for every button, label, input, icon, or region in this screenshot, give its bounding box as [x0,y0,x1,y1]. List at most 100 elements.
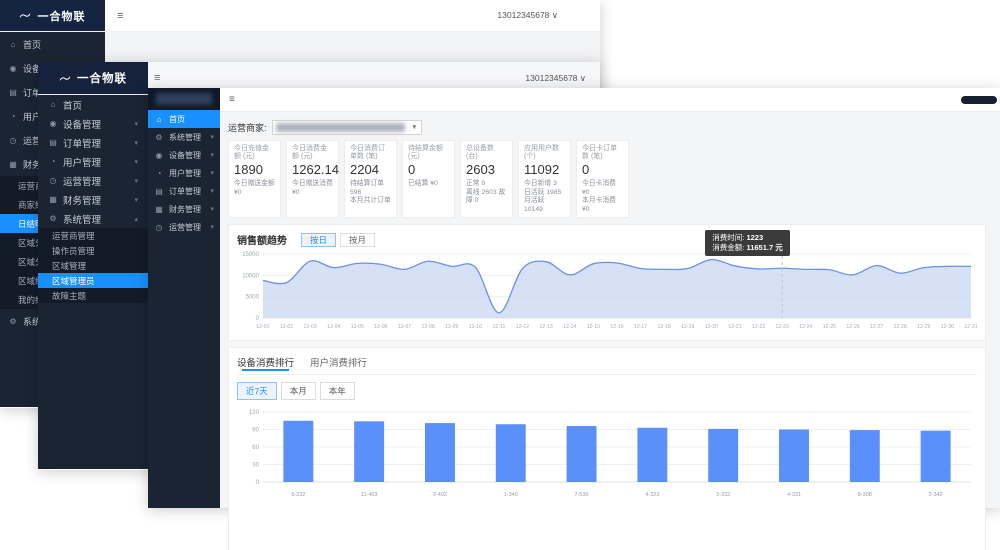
svg-text:12-06: 12-06 [374,324,387,330]
sidebar-item-label: 财务管理 [169,204,201,215]
bar[interactable] [921,431,951,482]
svg-text:12-25: 12-25 [823,324,836,330]
chevron-icon: ▾ [134,120,138,128]
range-button[interactable]: 本年 [320,382,355,400]
bar[interactable] [354,421,384,482]
hamburger-icon[interactable]: ≡ [154,72,160,84]
sidebar-item[interactable]: ⚙系统管理▴ [38,209,148,228]
sidebar-item[interactable]: ◷运营管理▾ [38,171,148,190]
sidebar-subitem[interactable]: 运营商管理 [38,228,148,243]
sidebar-subitem[interactable]: 操作员管理 [38,243,148,258]
bar[interactable] [637,428,667,482]
stat-card-title: 今日消费订单数 (笔) [350,145,391,161]
svg-text:12-02: 12-02 [280,324,293,330]
account-redacted-pill[interactable] [961,96,997,104]
bar[interactable] [283,421,313,482]
sidebar-item[interactable]: ⚙系统管理▾ [148,128,220,146]
front-logo-censored [148,88,220,110]
rank-tab[interactable]: 用户消费排行 [310,355,367,369]
sales-tab-inactive[interactable]: 按月 [340,233,375,247]
svg-text:12-21: 12-21 [728,324,741,330]
account-phone-dropdown[interactable]: 13012345678 ∨ [525,73,586,84]
sidebar-item[interactable]: ▤ 订单管理 ▾ [38,133,148,152]
sidebar-item-label: 订单管理 [63,136,101,150]
stat-card-title: 今日卡订单数 (笔) [582,145,623,161]
bar[interactable] [567,426,597,482]
sidebar-item[interactable]: ◉ 设备管理 ▾ [38,114,148,133]
stat-card-value: 2603 [466,162,507,177]
device-rank-bar-chart[interactable]: 03060901206-33211-4032-4021-3407-5304-32… [237,404,977,506]
app-logo: 〜 一合物联 [0,0,105,31]
sidebar-item[interactable]: ◉设备管理▾ [148,146,220,164]
user-icon: ◔ [48,157,58,166]
sidebar-subitem[interactable]: 故障主题 [38,288,148,303]
desktop: 〜 一合物联 ≡ 13012345678 ∨ ⌂首页◉设备管理▤订单管理◔用户管… [0,0,1000,550]
sidebar-item[interactable]: ◔用户管理▾ [38,152,148,171]
stat-card-value: 0 [582,162,623,177]
hamburger-icon[interactable]: ≡ [229,94,235,105]
stat-card-value: 1262.14 [292,162,333,177]
sidebar-item[interactable]: ▦财务管理▾ [148,200,220,218]
sidebar-item[interactable]: ⌂首页 [0,32,105,56]
stat-card-subtext: 已结算 ¥0 [408,180,449,189]
system-icon: ⚙ [154,133,164,142]
logo-blur [156,93,212,105]
sales-tab-active[interactable]: 按日 [301,233,336,247]
stat-card-title: 今日消费金额 (元) [292,145,333,161]
logo-text: 一合物联 [77,70,127,86]
sidebar-item-label: 首页 [23,38,41,51]
sidebar-subitem[interactable]: 区域管理员 [38,273,148,288]
chevron-icon: ▾ [134,139,138,147]
bar[interactable] [779,430,809,483]
logo-swoosh-icon: 〜 [57,68,73,87]
stat-card-subtext: 今日赠送金额 [234,180,275,189]
range-button[interactable]: 近7天 [237,382,277,400]
sidebar-item[interactable]: ◷运营管理▾ [148,218,220,236]
stat-card-title: 待结算金额 (元) [408,145,449,161]
sidebar-item[interactable]: ⌂首页 [38,95,148,114]
stat-card-subtext: 日活跃 1985 [524,189,565,198]
sidebar-item-label: 首页 [63,98,82,112]
stat-card: 应用用户数 (个)11092今日新增 3日活跃 1985月活跃 10149 [518,140,571,218]
sidebar-item[interactable]: ▦财务管理▾ [38,190,148,209]
sidebar-item-label: 运营管理 [169,222,201,233]
operator-select[interactable]: ▼ [272,120,422,135]
sales-trend-panel: 销售额趋势 按日按月 消费时间: 1223 消费金额: 11651.7 元 05… [228,224,986,341]
sidebar-item[interactable]: ▤订单管理▾ [148,182,220,200]
stat-card-subtext: 本月共计订单 [350,197,391,206]
chevron-icon: ▾ [134,177,138,185]
svg-text:12-24: 12-24 [799,324,812,330]
sidebar-item-label: 设备管理 [63,117,101,131]
hamburger-icon[interactable]: ≡ [117,10,123,22]
svg-text:12-18: 12-18 [658,324,671,330]
order-icon: ▤ [48,138,58,147]
bar[interactable] [425,423,455,482]
svg-text:12-26: 12-26 [846,324,859,330]
rank-tab[interactable]: 设备消费排行 [237,355,294,369]
stat-card: 今日消费订单数 (笔)2204待结算订单 596本月共计订单 [344,140,397,218]
sidebar-subitem[interactable]: 区域管理 [38,258,148,273]
svg-text:12-28: 12-28 [894,324,907,330]
bar[interactable] [850,430,880,482]
account-phone-dropdown[interactable]: 13012345678 ∨ [497,10,558,21]
sidebar-item[interactable]: ⌂首页 [148,110,220,128]
bar[interactable] [708,429,738,482]
range-button[interactable]: 本月 [281,382,316,400]
operator-row: 运营商家: ▼ [228,117,986,137]
stat-card-subtext: 今日新增 3 [524,180,565,189]
sidebar-item-label: 系统管理 [63,212,101,226]
device-icon: ◉ [48,119,58,128]
svg-text:15000: 15000 [242,252,259,258]
svg-text:12-27: 12-27 [870,324,883,330]
svg-text:12-07: 12-07 [398,324,411,330]
sidebar-item[interactable]: ◔用户管理▾ [148,164,220,182]
svg-text:8-308: 8-308 [858,492,872,498]
operation-icon: ◷ [48,176,58,185]
sidebar-item-label: 用户管理 [169,168,201,179]
stat-card-subtext: ¥0 [292,189,333,198]
svg-text:2-342: 2-342 [929,492,943,498]
sales-area-chart[interactable]: 05000100001500012-0112-0212-0312-0412-05… [237,248,977,336]
stat-card-value: 2204 [350,162,391,177]
bar[interactable] [496,424,526,482]
svg-text:12-20: 12-20 [705,324,718,330]
